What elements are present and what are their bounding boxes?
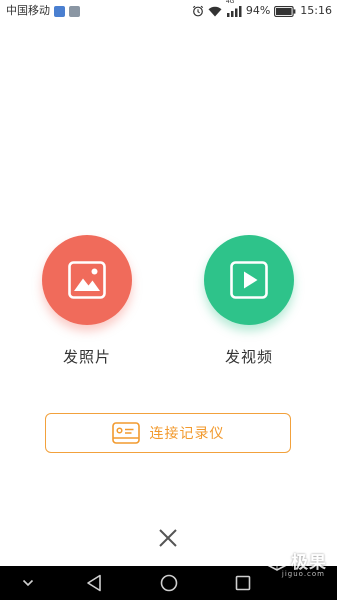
image-notification-icon — [69, 5, 80, 17]
wifi-icon — [208, 6, 222, 16]
connect-recorder-label: 连接记录仪 — [149, 426, 225, 442]
post-video-circle[interactable] — [204, 235, 294, 325]
nav-home-button[interactable] — [157, 566, 181, 600]
app-notification-icon — [54, 5, 65, 17]
close-icon — [159, 529, 177, 547]
status-right: 4G 94% 15:16 — [192, 0, 332, 22]
play-icon — [230, 261, 268, 299]
signal-icon — [226, 6, 242, 17]
post-video-label: 发视频 — [224, 348, 273, 366]
status-bar: 中国移动 4G 94% 15:16 — [0, 0, 337, 22]
back-icon — [87, 574, 101, 592]
watermark-subtext: jiguo.com — [281, 570, 325, 578]
nav-back-button[interactable] — [82, 566, 106, 600]
image-icon — [68, 261, 106, 299]
clock: 15:16 — [300, 4, 332, 17]
alarm-icon — [192, 5, 203, 17]
post-photo-button[interactable]: 发照片 — [39, 235, 135, 367]
post-photo-label: 发照片 — [62, 348, 111, 366]
recent-apps-icon — [235, 575, 251, 591]
signal-group: 4G — [226, 0, 242, 17]
nav-recent-button[interactable] — [231, 566, 255, 600]
status-left: 中国移动 — [6, 0, 80, 22]
close-button[interactable] — [156, 526, 180, 550]
battery-icon — [274, 5, 296, 17]
home-icon — [160, 574, 178, 592]
recorder-icon — [111, 422, 140, 444]
post-video-button[interactable]: 发视频 — [201, 235, 297, 367]
screen: 中国移动 4G 94% 15:16 发照片 发视频 连接记录仪 极果 jiguo… — [0, 0, 337, 600]
watermark-logo-icon — [266, 550, 288, 571]
battery-percent: 94% — [245, 4, 271, 17]
chevron-down-icon — [22, 579, 34, 587]
carrier-name: 中国移动 — [6, 4, 50, 17]
watermark: 极果 jiguo.com — [266, 548, 327, 578]
nav-hide-button[interactable] — [18, 566, 38, 600]
connect-recorder-button[interactable]: 连接记录仪 — [45, 413, 291, 453]
post-photo-circle[interactable] — [42, 235, 132, 325]
